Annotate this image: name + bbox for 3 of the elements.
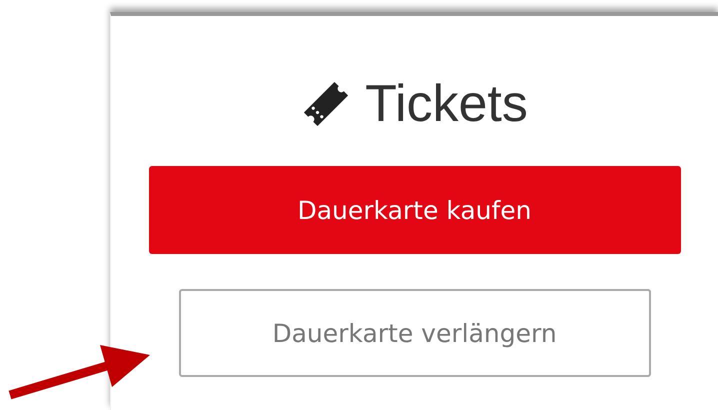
buy-button[interactable]: Dauerkarte kaufen [148, 166, 680, 254]
panel-title: Tickets [365, 74, 528, 134]
renew-button[interactable]: Dauerkarte verlängern [178, 289, 650, 377]
